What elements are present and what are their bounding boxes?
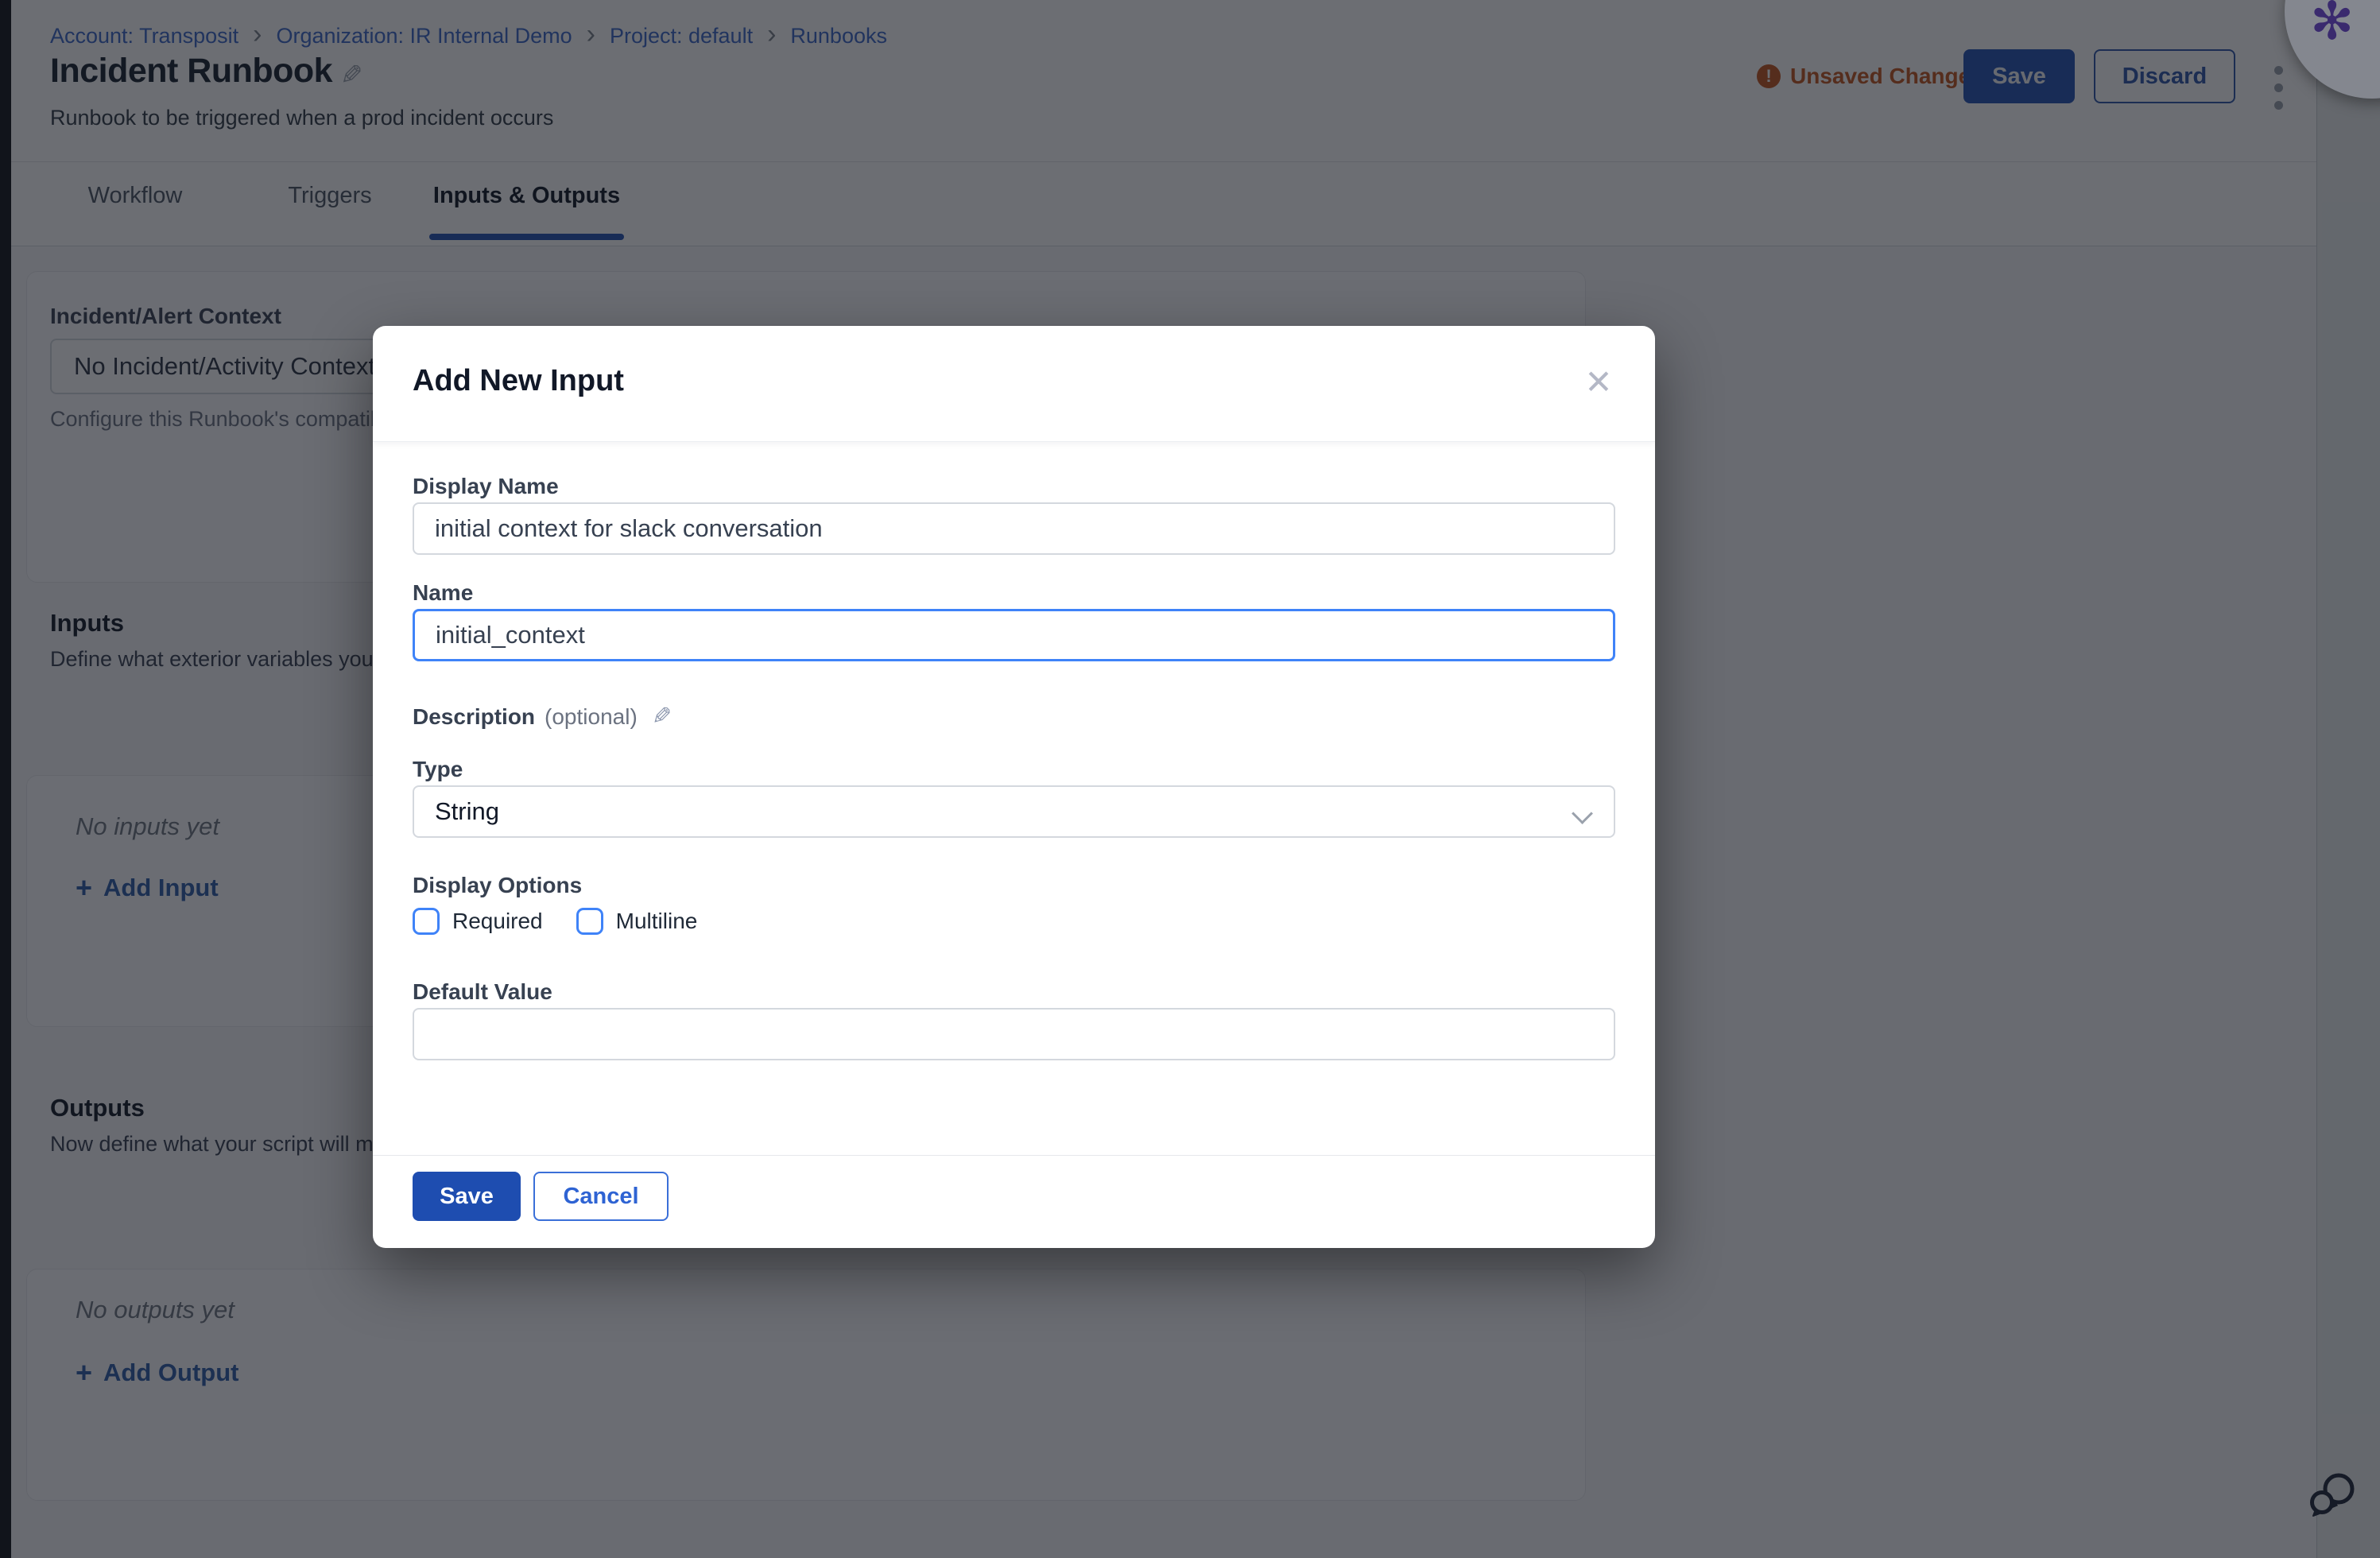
display-options-row: Required Multiline	[413, 908, 697, 935]
display-name-label: Display Name	[413, 474, 559, 499]
description-label-row: Description (optional)	[413, 703, 672, 731]
modal-save-button[interactable]: Save	[413, 1172, 521, 1221]
add-new-input-modal: Add New Input Display Name Name Descript…	[373, 326, 1655, 1248]
default-value-input[interactable]	[413, 1008, 1615, 1060]
description-optional-label: (optional)	[545, 704, 638, 730]
chevron-down-icon	[1572, 803, 1593, 824]
name-label: Name	[413, 580, 473, 606]
edit-description-pencil-icon[interactable]	[652, 703, 672, 731]
description-label: Description	[413, 704, 535, 730]
required-checkbox-group: Required	[413, 908, 543, 935]
type-select[interactable]: String	[413, 785, 1615, 838]
multiline-checkbox[interactable]	[576, 908, 603, 935]
type-select-value: String	[435, 797, 499, 826]
modal-footer-divider	[373, 1155, 1655, 1156]
flower-logo-icon	[2310, 0, 2354, 52]
multiline-checkbox-label: Multiline	[616, 909, 698, 934]
display-name-input[interactable]	[413, 502, 1615, 555]
required-checkbox[interactable]	[413, 908, 440, 935]
required-checkbox-label: Required	[452, 909, 543, 934]
modal-title: Add New Input	[413, 364, 624, 398]
type-label: Type	[413, 757, 463, 782]
close-icon[interactable]	[1578, 361, 1619, 402]
default-value-label: Default Value	[413, 979, 552, 1005]
multiline-checkbox-group: Multiline	[576, 908, 698, 935]
app-window: Account: Transposit › Organization: IR I…	[0, 0, 2380, 1558]
name-input[interactable]	[413, 609, 1615, 661]
display-options-label: Display Options	[413, 873, 582, 898]
modal-cancel-button[interactable]: Cancel	[533, 1172, 669, 1221]
